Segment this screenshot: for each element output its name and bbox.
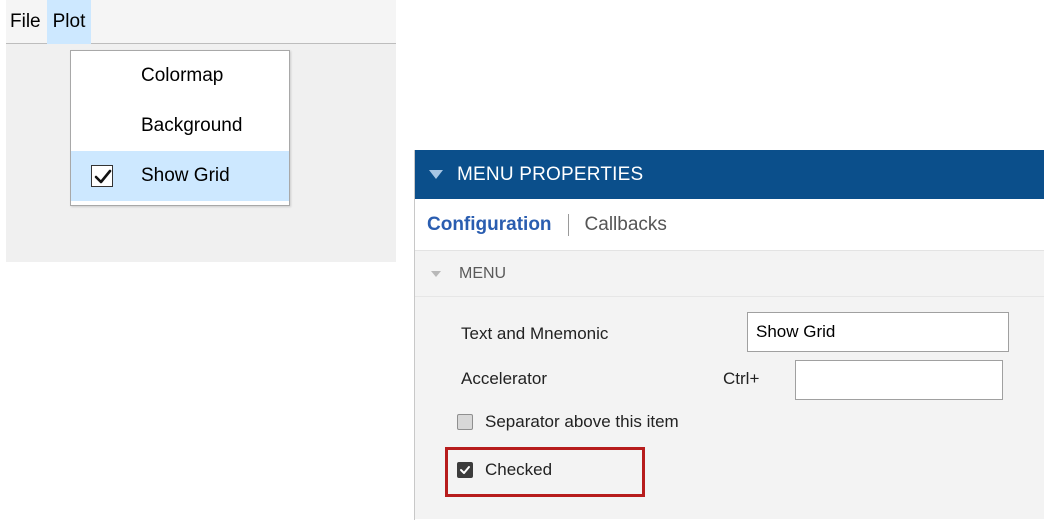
tab-divider xyxy=(567,213,569,236)
checkmark-icon xyxy=(91,165,113,187)
menubar: File Plot xyxy=(6,0,396,44)
menu-properties-panel: MENU PROPERTIES Configuration Callbacks … xyxy=(414,150,1044,520)
menu-item-background[interactable]: Background xyxy=(71,101,289,151)
annotation-highlight-box xyxy=(445,447,645,497)
menu-item-show-grid[interactable]: Show Grid xyxy=(71,151,289,201)
tab-callbacks[interactable]: Callbacks xyxy=(585,214,667,236)
separator-checkbox-row[interactable]: Separator above this item xyxy=(457,412,679,432)
separator-checkbox-label: Separator above this item xyxy=(485,412,679,431)
separator-checkbox[interactable] xyxy=(457,414,473,430)
panel-title: MENU PROPERTIES xyxy=(457,163,644,185)
section-title: MENU xyxy=(459,264,507,282)
menu-plot[interactable]: Plot xyxy=(46,0,92,44)
menu-item-label: Colormap xyxy=(141,65,224,86)
text-mnemonic-input[interactable] xyxy=(747,312,1009,352)
menu-item-label: Show Grid xyxy=(141,165,230,186)
plot-menu-dropdown: Colormap Background Show Grid xyxy=(70,50,290,206)
menu-properties-form: Text and Mnemonic Accelerator Ctrl+ Sepa… xyxy=(415,297,1044,519)
tab-configuration[interactable]: Configuration xyxy=(427,214,552,236)
section-menu-header[interactable]: MENU xyxy=(415,251,1044,297)
app-window: File Plot Colormap Background Show Grid xyxy=(6,0,396,262)
accelerator-input[interactable] xyxy=(795,360,1003,400)
accelerator-label: Accelerator xyxy=(461,369,547,388)
menu-item-label: Background xyxy=(141,115,243,136)
collapse-arrow-icon[interactable] xyxy=(429,170,443,179)
property-tabs: Configuration Callbacks xyxy=(415,199,1044,251)
menu-item-colormap[interactable]: Colormap xyxy=(71,51,289,101)
panel-header[interactable]: MENU PROPERTIES xyxy=(415,150,1044,199)
menu-file[interactable]: File xyxy=(6,0,47,44)
accelerator-prefix: Ctrl+ xyxy=(723,369,760,388)
section-collapse-icon[interactable] xyxy=(431,270,441,277)
text-mnemonic-label: Text and Mnemonic xyxy=(461,324,609,343)
